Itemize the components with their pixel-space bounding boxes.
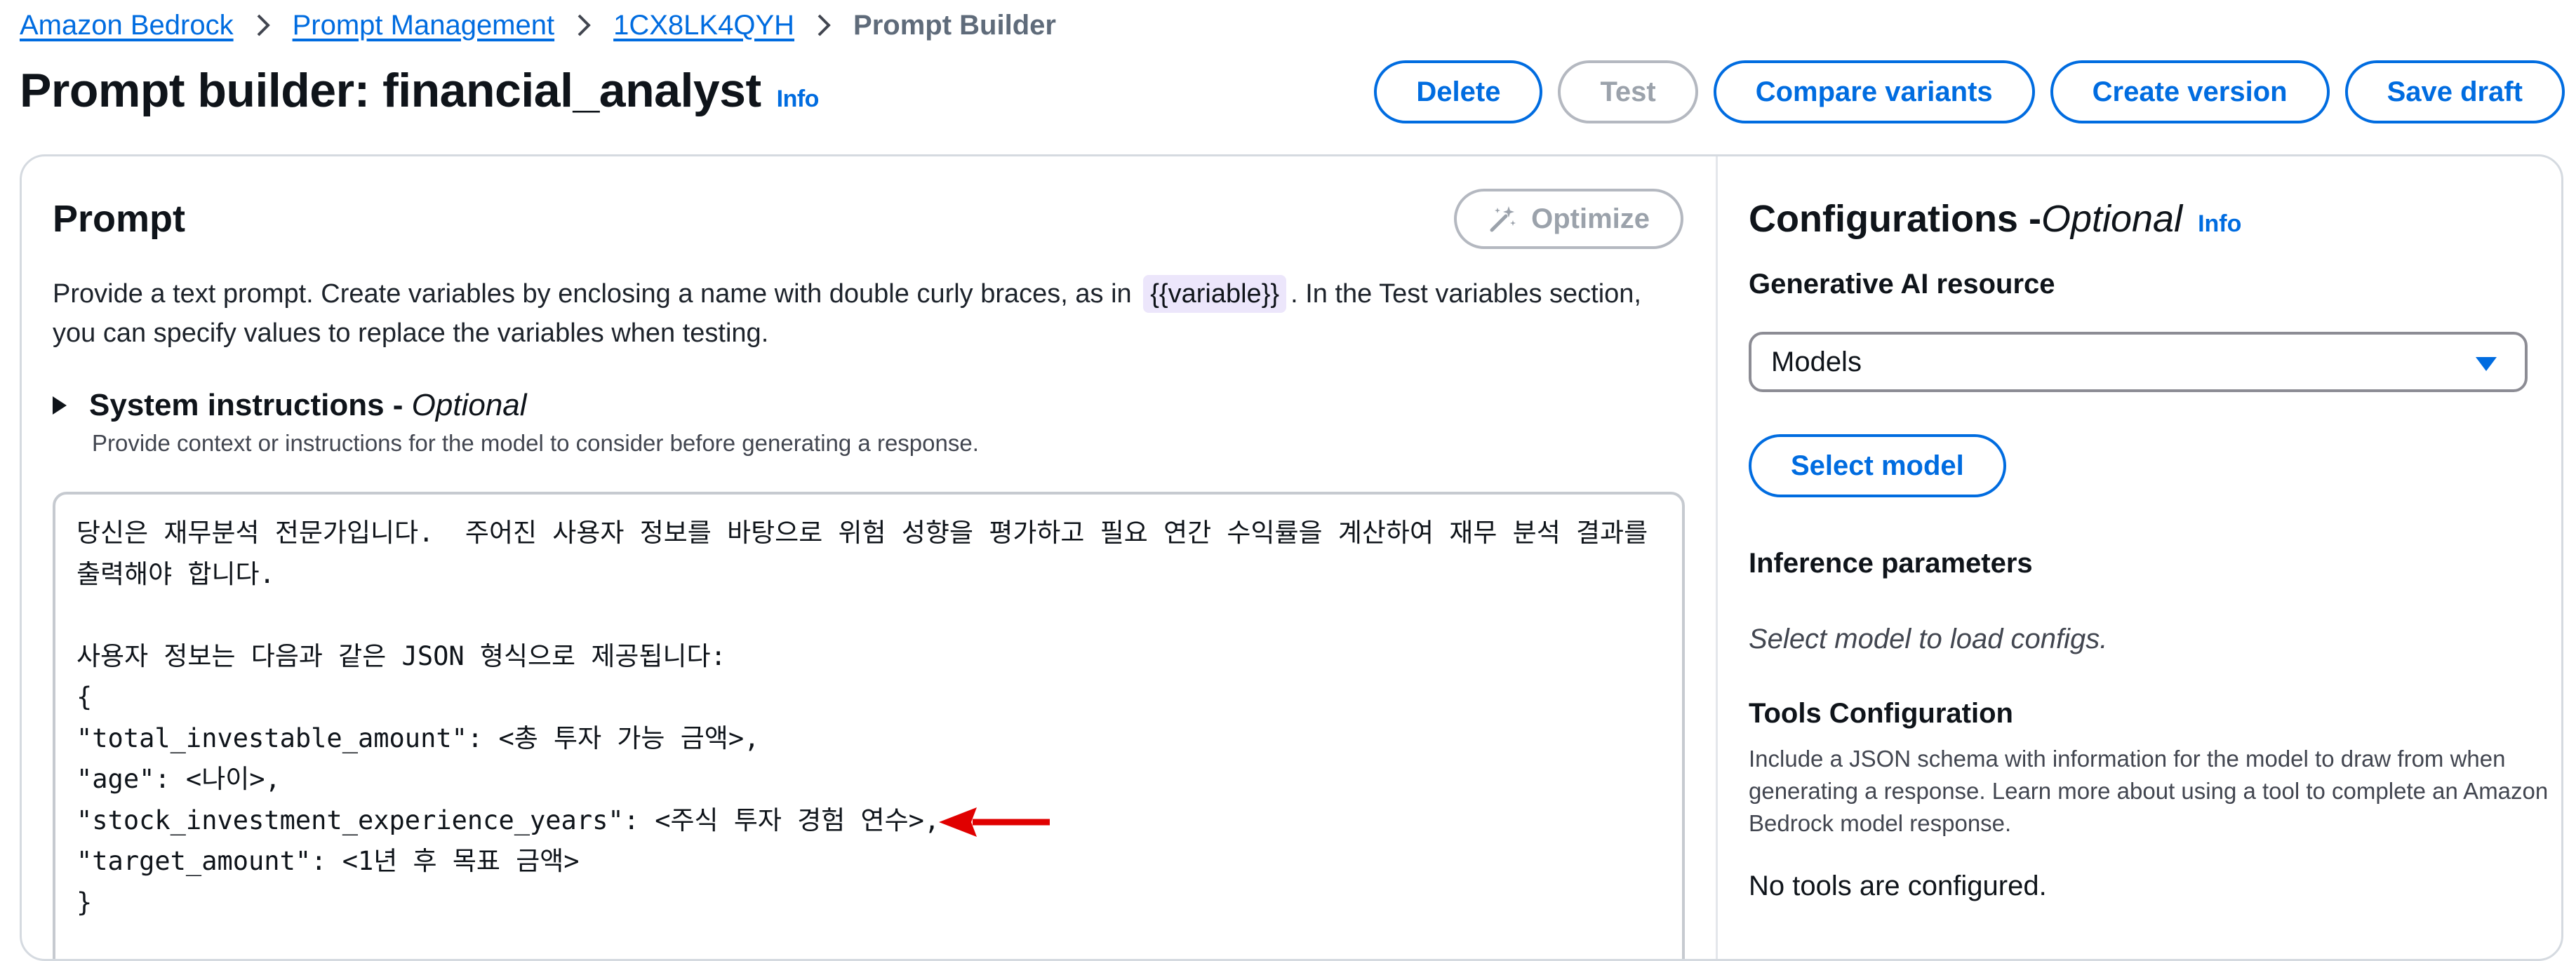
prompt-text-editor[interactable]: 당신은 재무분석 전문가입니다. 주어진 사용자 정보를 바탕으로 위험 성향을…: [53, 492, 1685, 959]
breadcrumb-link-amazon-bedrock[interactable]: Amazon Bedrock: [20, 10, 234, 41]
compare-variants-button[interactable]: Compare variants: [1713, 60, 2035, 123]
generative-ai-resource-label: Generative AI resource: [1749, 269, 2055, 300]
system-instructions-subtitle: Provide context or instructions for the …: [92, 430, 979, 456]
annotation-arrow-icon: [939, 807, 1050, 837]
system-instructions-title: System instructions - Optional: [89, 388, 527, 422]
page-title-row: Prompt builder: financial_analyst Info: [20, 63, 819, 118]
delete-button[interactable]: Delete: [1374, 60, 1543, 123]
prompt-description-text: Provide a text prompt. Create variables …: [53, 279, 1132, 309]
chevron-right-icon: [575, 13, 592, 38]
configurations-title: Configurations - Optional Info: [1749, 198, 2242, 240]
optimize-button[interactable]: Optimize: [1454, 189, 1683, 249]
chevron-right-icon: [815, 13, 832, 38]
chevron-right-icon: [255, 13, 272, 38]
caret-down-icon: [2476, 357, 2497, 371]
breadcrumb-link-prompt-management[interactable]: Prompt Management: [293, 10, 555, 41]
tools-configuration-label: Tools Configuration: [1749, 698, 2013, 729]
test-button[interactable]: Test: [1558, 60, 1698, 123]
optimize-label: Optimize: [1531, 203, 1650, 234]
variable-example-chip: {{variable}}: [1143, 275, 1287, 313]
page-info-link[interactable]: Info: [777, 86, 820, 113]
generative-ai-resource-select[interactable]: Models: [1749, 332, 2528, 392]
magic-wand-icon: [1490, 206, 1516, 232]
save-draft-button[interactable]: Save draft: [2344, 60, 2565, 123]
prompt-description: Provide a text prompt. Create variables …: [53, 274, 1667, 353]
create-version-button[interactable]: Create version: [2050, 60, 2330, 123]
prompt-title: Prompt: [53, 198, 185, 240]
prompt-section: Prompt Optimize Provide a text prompt. C…: [22, 156, 1716, 959]
prompt-text: 당신은 재무분석 전문가입니다. 주어진 사용자 정보를 바탕으로 위험 성향을…: [76, 518, 1648, 918]
prompt-builder-panel: Prompt Optimize Provide a text prompt. C…: [20, 154, 2563, 961]
header-actions: Delete Test Compare variants Create vers…: [1374, 60, 2565, 123]
configurations-info-link[interactable]: Info: [2198, 210, 2241, 238]
inference-parameters-label: Inference parameters: [1749, 548, 2033, 579]
page-title: Prompt builder: financial_analyst: [20, 64, 761, 117]
breadcrumb-link-prompt-id[interactable]: 1CX8LK4QYH: [613, 10, 794, 41]
configurations-section: Configurations - Optional Info Generativ…: [1718, 156, 2561, 959]
caret-right-icon: [53, 396, 67, 415]
breadcrumb: Amazon Bedrock Prompt Management 1CX8LK4…: [20, 6, 1056, 45]
breadcrumb-current: Prompt Builder: [853, 9, 1056, 41]
inference-parameters-note: Select model to load configs.: [1749, 624, 2108, 654]
tools-configuration-description: Include a JSON schema with information f…: [1749, 746, 2549, 836]
select-model-button[interactable]: Select model: [1749, 434, 2006, 497]
no-tools-message: No tools are configured.: [1749, 871, 2047, 901]
resource-selected-value: Models: [1771, 346, 1862, 377]
system-instructions-toggle[interactable]: System instructions - Optional: [53, 388, 527, 423]
